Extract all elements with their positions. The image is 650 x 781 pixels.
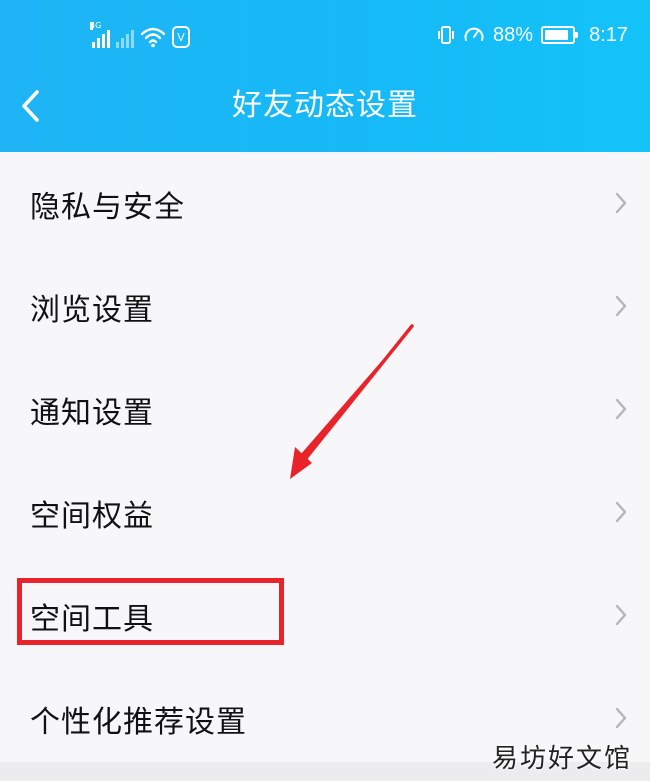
status-bar: 4G V 88% 8:17 [0,0,650,66]
vpn-label: V [177,30,185,44]
status-left-icons: 4G V [90,22,190,48]
chevron-right-icon [615,398,627,420]
cell-signal-2-icon [116,26,134,48]
wifi-icon [140,27,166,48]
vpn-shield-icon: V [172,26,190,48]
watermark-text: 易坊好文馆 [491,744,632,774]
speedometer-icon [464,27,484,41]
chevron-right-icon [615,501,627,523]
chevron-right-icon [615,192,627,214]
cell-signal-icon: 4G [90,22,110,48]
settings-item-label: 空间权益 [30,498,154,534]
settings-item-label: 隐私与安全 [30,189,185,225]
chevron-right-icon [615,604,627,626]
status-right-icons: 88% 8:17 [437,22,628,48]
battery-percent: 88% [493,23,534,46]
vibrate-icon [438,26,455,44]
settings-list: 隐私与安全 浏览设置 通知设置 空间权益 空间工具 个性化推荐设置 [0,152,650,770]
settings-item-space-tools[interactable]: 空间工具 [0,564,650,667]
settings-item-label: 空间工具 [30,601,154,637]
settings-item-space-rights[interactable]: 空间权益 [0,461,650,564]
settings-item-label: 通知设置 [30,395,154,431]
settings-item-label: 浏览设置 [30,292,154,328]
settings-item-privacy-security[interactable]: 隐私与安全 [0,152,650,255]
chevron-right-icon [615,295,627,317]
clock: 8:17 [589,23,628,46]
battery-level [545,30,568,40]
settings-item-notification[interactable]: 通知设置 [0,358,650,461]
network-type-label: 4G [90,21,102,30]
settings-item-browse[interactable]: 浏览设置 [0,255,650,358]
app-header: 4G V 88% 8:17 好友动态设置 [0,0,650,152]
page-title: 好友动态设置 [232,88,418,123]
nav-bar: 好友动态设置 [0,66,650,152]
battery-icon [541,26,579,44]
chevron-right-icon [615,707,627,729]
settings-item-label: 个性化推荐设置 [30,704,247,740]
